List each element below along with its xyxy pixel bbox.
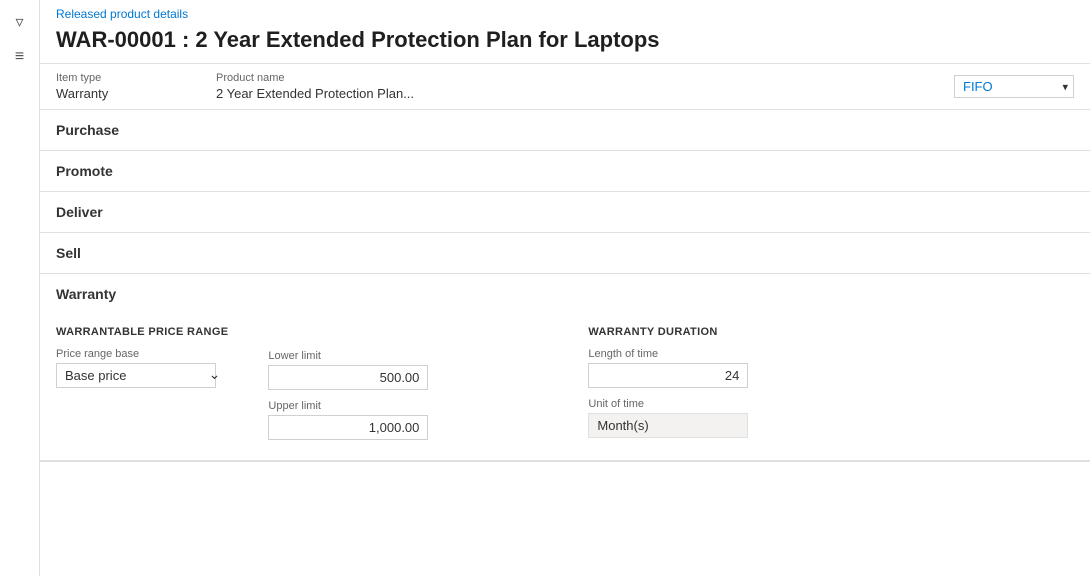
item-type-value: Warranty xyxy=(56,86,176,101)
price-range-base-select-wrapper: Base price Net price xyxy=(56,363,228,388)
warrantable-price-range-block: WARRANTABLE PRICE RANGE Price range base… xyxy=(56,326,228,440)
lower-limit-label: Lower limit xyxy=(268,350,428,362)
warranty-body: WARRANTABLE PRICE RANGE Price range base… xyxy=(40,314,1090,461)
breadcrumb: Released product details xyxy=(40,0,1090,23)
lower-limit-field: Lower limit xyxy=(268,350,428,390)
upper-limit-field: Upper limit xyxy=(268,400,428,440)
page-title: WAR-00001 : 2 Year Extended Protection P… xyxy=(40,23,1090,63)
warranty-duration-title: WARRANTY DURATION xyxy=(588,326,748,338)
price-range-base-select[interactable]: Base price Net price xyxy=(56,363,216,388)
product-name-label: Product name xyxy=(216,72,416,84)
menu-icon[interactable]: ≡ xyxy=(15,48,24,66)
section-deliver[interactable]: Deliver xyxy=(40,192,1090,233)
length-of-time-input[interactable] xyxy=(588,363,748,388)
warranty-section-title[interactable]: Warranty xyxy=(40,274,1090,314)
product-name-value: 2 Year Extended Protection Plan... xyxy=(216,86,416,101)
unit-of-time-field: Unit of time Month(s) xyxy=(588,398,748,438)
length-of-time-field: Length of time xyxy=(588,348,748,388)
breadcrumb-link[interactable]: Released product details xyxy=(56,7,188,21)
section-purchase[interactable]: Purchase xyxy=(40,110,1090,151)
upper-limit-label: Upper limit xyxy=(268,400,428,412)
item-type-label: Item type xyxy=(56,72,176,84)
filter-icon[interactable]: ▿ xyxy=(15,12,23,32)
cost-method-select[interactable]: FIFO LIFO Average cost Standard cost xyxy=(954,75,1074,98)
warranty-section: Warranty WARRANTABLE PRICE RANGE Price r… xyxy=(40,274,1090,462)
lower-limit-input[interactable] xyxy=(268,365,428,390)
upper-limit-input[interactable] xyxy=(268,415,428,440)
cost-method-select-wrapper: FIFO LIFO Average cost Standard cost xyxy=(954,75,1074,98)
price-range-base-label: Price range base xyxy=(56,348,228,360)
unit-of-time-label: Unit of time xyxy=(588,398,748,410)
price-range-base-field: Price range base Base price Net price xyxy=(56,348,228,388)
warranty-duration-block: WARRANTY DURATION Length of time Unit of… xyxy=(588,326,748,440)
top-bar-row: Item type Warranty Product name 2 Year E… xyxy=(40,63,1090,110)
section-sell[interactable]: Sell xyxy=(40,233,1090,274)
limits-block: Lower limit Upper limit xyxy=(268,350,428,440)
unit-of-time-value: Month(s) xyxy=(588,413,748,438)
product-name-field: Product name 2 Year Extended Protection … xyxy=(216,72,416,101)
cost-method-wrapper: FIFO LIFO Average cost Standard cost xyxy=(954,75,1074,98)
section-promote[interactable]: Promote xyxy=(40,151,1090,192)
warrantable-price-range-title: WARRANTABLE PRICE RANGE xyxy=(56,326,228,338)
item-type-field: Item type Warranty xyxy=(56,72,176,101)
length-of-time-label: Length of time xyxy=(588,348,748,360)
